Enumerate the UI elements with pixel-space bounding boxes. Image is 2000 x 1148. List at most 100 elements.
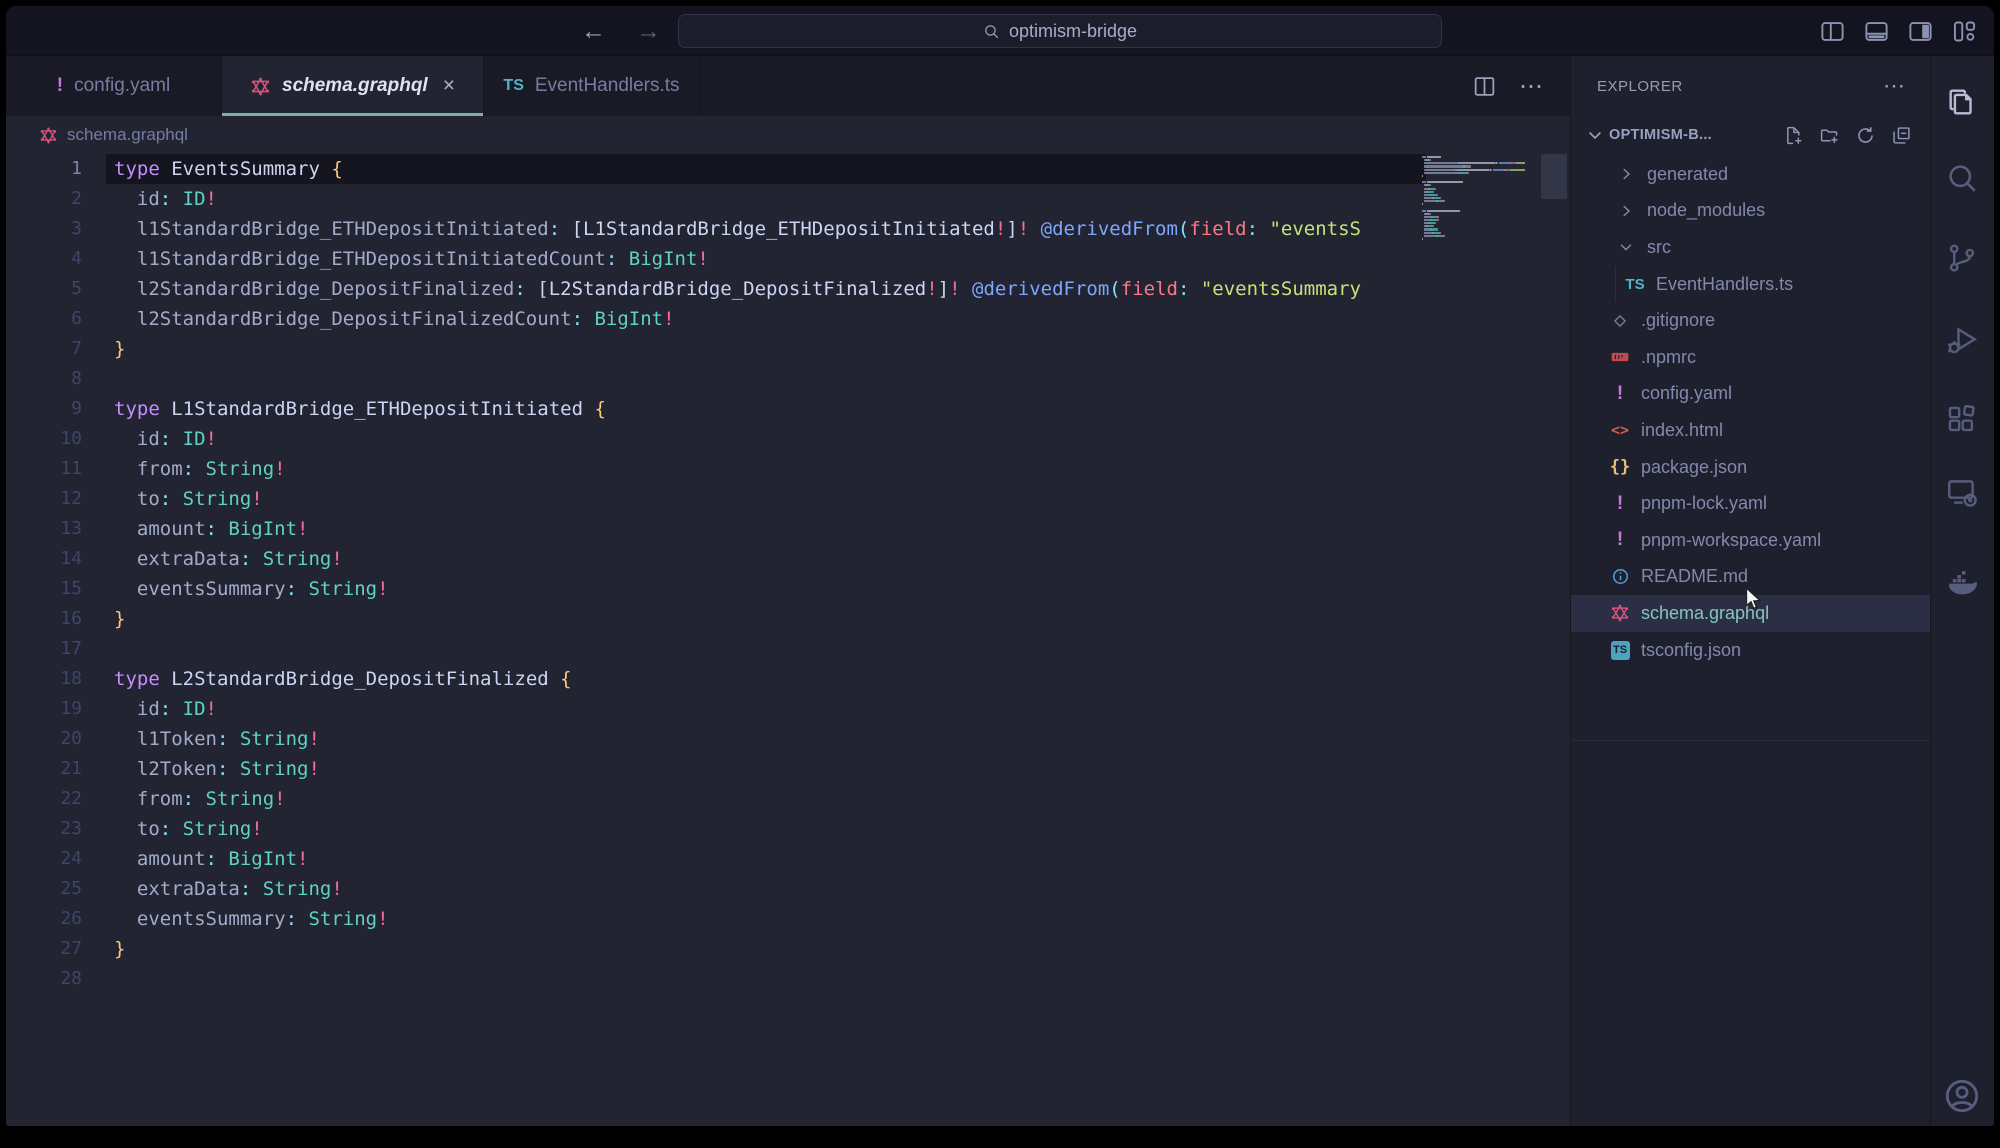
customize-layout-icon[interactable] (1951, 18, 1978, 45)
chevron-right-icon (1615, 163, 1637, 185)
toggle-secondary-sidebar-icon[interactable] (1907, 18, 1934, 45)
mouse-cursor (1740, 586, 1766, 617)
code-line[interactable] (114, 364, 1426, 394)
close-tab-icon[interactable]: × (443, 74, 455, 98)
code-line[interactable]: l2Token: String! (114, 754, 1426, 784)
tree-item-tsconfig-json[interactable]: TStsconfig.json (1571, 632, 1930, 669)
split-editor-icon[interactable] (1472, 74, 1497, 99)
tree-item-label: index.html (1641, 420, 1723, 441)
toggle-sidebar-icon[interactable] (1819, 18, 1846, 45)
collapse-folders-icon[interactable] (1891, 125, 1912, 146)
tree-item-eventhandlers-ts[interactable]: TSEventHandlers.ts (1571, 266, 1930, 303)
nav-forward-button[interactable]: → (636, 17, 661, 46)
views-and-more-actions-icon[interactable]: ⋯ (1883, 73, 1906, 99)
breadcrumb-item: schema.graphql (67, 125, 188, 145)
tree-item-label: config.yaml (1641, 383, 1732, 404)
tree-item-package-json[interactable]: {}package.json (1571, 449, 1930, 486)
typescript-icon: TS (1624, 273, 1646, 295)
graphql-icon (39, 126, 58, 145)
workspace-section-header[interactable]: OPTIMISM-B... (1571, 116, 1930, 154)
docker-icon[interactable] (1945, 566, 1979, 600)
code-line[interactable]: l1StandardBridge_ETHDepositInitiatedCoun… (114, 244, 1426, 274)
code-line[interactable] (114, 634, 1426, 664)
search-icon (983, 23, 1000, 40)
code-line[interactable]: l2StandardBridge_DepositFinalizedCount: … (114, 304, 1426, 334)
code-line[interactable]: l1Token: String! (114, 724, 1426, 754)
code-line[interactable]: type EventsSummary { (114, 154, 1426, 184)
code-line[interactable]: id: ID! (114, 694, 1426, 724)
source-control-icon[interactable] (1945, 241, 1979, 275)
workspace-name: OPTIMISM-B... (1609, 127, 1712, 143)
tree-item-npmrc[interactable]: .npmrc (1571, 339, 1930, 376)
code-line[interactable]: from: String! (114, 784, 1426, 814)
code-line[interactable]: to: String! (114, 484, 1426, 514)
graphql-icon (1609, 602, 1631, 624)
nav-back-button[interactable]: ← (581, 17, 606, 46)
activity-bar (1930, 56, 1993, 1126)
tree-item-label: pnpm-workspace.yaml (1641, 530, 1821, 551)
extensions-icon[interactable] (1945, 403, 1979, 437)
code-line[interactable]: id: ID! (114, 424, 1426, 454)
code-line[interactable]: l2StandardBridge_DepositFinalized: [L2St… (114, 274, 1426, 304)
tree-item-pnpm-lock-yaml[interactable]: !pnpm-lock.yaml (1571, 485, 1930, 522)
code-line[interactable]: amount: BigInt! (114, 514, 1426, 544)
more-actions-icon[interactable]: ⋯ (1519, 72, 1544, 101)
tab-config-yaml[interactable]: ! config.yaml (6, 56, 222, 116)
gitignore-icon (1609, 310, 1631, 332)
tree-item-label: generated (1647, 164, 1728, 185)
code-line[interactable]: id: ID! (114, 184, 1426, 214)
code-line[interactable]: amount: BigInt! (114, 844, 1426, 874)
line-number: 21 (6, 754, 82, 784)
search-query: optimism-bridge (1009, 21, 1137, 42)
code-line[interactable]: type L2StandardBridge_DepositFinalized { (114, 664, 1426, 694)
code-line[interactable]: } (114, 334, 1426, 364)
line-number: 3 (6, 214, 82, 244)
explorer-icon[interactable] (1945, 85, 1979, 119)
tree-item-gitignore[interactable]: .gitignore (1571, 302, 1930, 339)
code-line[interactable] (114, 964, 1426, 994)
code-line[interactable]: to: String! (114, 814, 1426, 844)
tree-item-index-html[interactable]: <>index.html (1571, 412, 1930, 449)
line-number: 22 (6, 784, 82, 814)
code-line[interactable]: l1StandardBridge_ETHDepositInitiated: [L… (114, 214, 1426, 244)
chevron-right-icon (1615, 200, 1637, 222)
code-editor[interactable]: 1234567891011121314151617181920212223242… (6, 154, 1570, 1126)
refresh-icon[interactable] (1855, 125, 1876, 146)
tree-item-config-yaml[interactable]: !config.yaml (1571, 376, 1930, 413)
tree-item-generated[interactable]: generated (1571, 156, 1930, 193)
line-number: 11 (6, 454, 82, 484)
minimap[interactable] (1422, 156, 1534, 276)
line-number: 1 (6, 154, 82, 184)
line-number-gutter: 1234567891011121314151617181920212223242… (6, 154, 82, 994)
code-line[interactable]: type L1StandardBridge_ETHDepositInitiate… (114, 394, 1426, 424)
new-folder-icon[interactable] (1819, 125, 1840, 146)
chevron-down-icon (1615, 236, 1637, 258)
titlebar: ← → optimism-bridge (6, 6, 1994, 56)
code-line[interactable]: from: String! (114, 454, 1426, 484)
screen: ← → optimism-bridge ! config.yaml (0, 0, 2000, 1148)
account-icon[interactable] (1942, 1076, 1982, 1116)
typescript-icon: TS (503, 77, 523, 95)
graphql-icon (250, 76, 271, 97)
code-line[interactable]: extraData: String! (114, 874, 1426, 904)
tab-label: config.yaml (74, 75, 170, 97)
scrollbar-slider[interactable] (1541, 154, 1567, 199)
search-icon[interactable] (1945, 161, 1979, 195)
code-line[interactable]: eventsSummary: String! (114, 904, 1426, 934)
remote-explorer-icon[interactable] (1945, 475, 1979, 509)
breadcrumb[interactable]: schema.graphql (6, 116, 1570, 154)
code-line[interactable]: extraData: String! (114, 544, 1426, 574)
tree-item-src[interactable]: src (1571, 229, 1930, 266)
tree-item-pnpm-workspace-yaml[interactable]: !pnpm-workspace.yaml (1571, 522, 1930, 559)
tab-bar: ! config.yaml schema.graphql × TS EventH… (6, 56, 1570, 116)
tab-eventhandlers-ts[interactable]: TS EventHandlers.ts (484, 56, 700, 116)
code-line[interactable]: } (114, 604, 1426, 634)
code-line[interactable]: } (114, 934, 1426, 964)
run-debug-icon[interactable] (1945, 323, 1979, 357)
code-line[interactable]: eventsSummary: String! (114, 574, 1426, 604)
toggle-panel-icon[interactable] (1863, 18, 1890, 45)
tree-item-node-modules[interactable]: node_modules (1571, 193, 1930, 230)
command-center-search[interactable]: optimism-bridge (678, 14, 1442, 48)
tab-schema-graphql[interactable]: schema.graphql × (222, 56, 484, 116)
new-file-icon[interactable] (1783, 125, 1804, 146)
